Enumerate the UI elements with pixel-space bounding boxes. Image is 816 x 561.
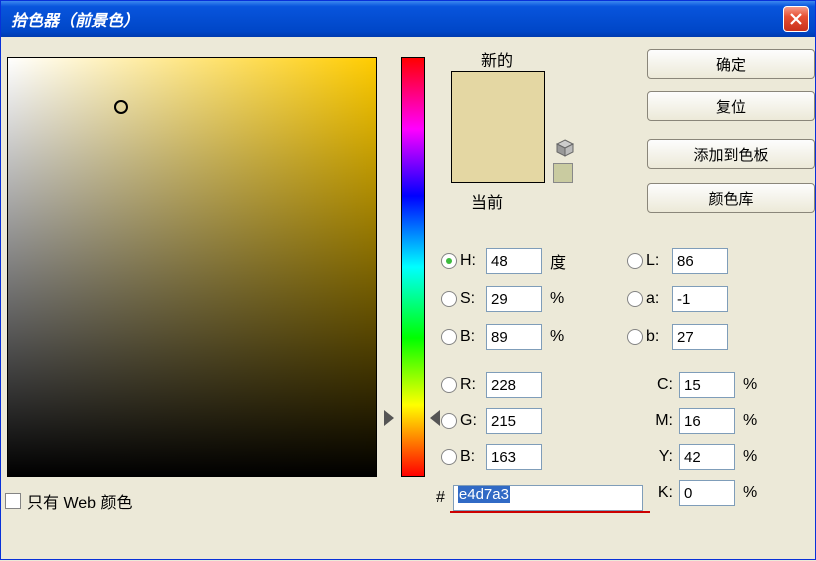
r-label: R: bbox=[460, 376, 486, 394]
s-label: S: bbox=[460, 290, 486, 308]
L-input[interactable] bbox=[672, 248, 728, 274]
pct-unit: % bbox=[550, 290, 564, 308]
web-colors-checkbox[interactable] bbox=[5, 493, 21, 509]
m-label: M: bbox=[649, 412, 673, 430]
y-input[interactable] bbox=[679, 444, 735, 470]
b-lab-row: b: bbox=[627, 323, 728, 351]
g-label: G: bbox=[460, 412, 486, 430]
h-input[interactable] bbox=[486, 248, 542, 274]
a-row: a: bbox=[627, 285, 728, 313]
c-row: C: % bbox=[649, 371, 757, 399]
s-row: S: % bbox=[441, 285, 564, 313]
c-label: C: bbox=[649, 376, 673, 394]
y-row: Y: % bbox=[649, 443, 757, 471]
ok-button[interactable]: 确定 bbox=[647, 49, 815, 79]
r-radio[interactable] bbox=[441, 377, 457, 393]
h-row: H: 度 bbox=[441, 247, 566, 275]
m-input[interactable] bbox=[679, 408, 735, 434]
current-color-label: 当前 bbox=[471, 189, 503, 213]
L-row: L: bbox=[627, 247, 728, 275]
b-rgb-label: B: bbox=[460, 448, 486, 466]
hex-row: # e4d7a3 bbox=[436, 485, 643, 511]
b-rgb-radio[interactable] bbox=[441, 449, 457, 465]
a-input[interactable] bbox=[672, 286, 728, 312]
pct-m: % bbox=[743, 412, 757, 430]
color-preview bbox=[451, 71, 545, 183]
window-title: 拾色器（前景色） bbox=[11, 7, 139, 31]
g-input[interactable] bbox=[486, 408, 542, 434]
y-label: Y: bbox=[649, 448, 673, 466]
color-picker-cursor-icon[interactable] bbox=[114, 100, 128, 114]
web-colors-only-row: 只有 Web 颜色 bbox=[5, 489, 133, 513]
s-radio[interactable] bbox=[441, 291, 457, 307]
a-label: a: bbox=[646, 290, 672, 308]
s-input[interactable] bbox=[486, 286, 542, 312]
k-label: K: bbox=[649, 484, 673, 502]
pct-k: % bbox=[743, 484, 757, 502]
color-libraries-button[interactable]: 颜色库 bbox=[647, 183, 815, 213]
pct-c: % bbox=[743, 376, 757, 394]
current-color-swatch[interactable] bbox=[452, 127, 544, 182]
b-hsb-row: B: % bbox=[441, 323, 564, 351]
color-picker-dialog: 拾色器（前景色） 确定 复位 添加到色板 颜色库 新的 当前 H: bbox=[0, 0, 816, 560]
L-label: L: bbox=[646, 252, 672, 270]
k-row: K: % bbox=[649, 479, 757, 507]
m-row: M: % bbox=[649, 407, 757, 435]
close-icon[interactable] bbox=[783, 6, 809, 32]
hue-handle-right-icon[interactable] bbox=[430, 410, 440, 426]
add-to-swatches-button[interactable]: 添加到色板 bbox=[647, 139, 815, 169]
color-field[interactable] bbox=[7, 57, 377, 477]
pct-unit2: % bbox=[550, 328, 564, 346]
k-input[interactable] bbox=[679, 480, 735, 506]
a-radio[interactable] bbox=[627, 291, 643, 307]
g-radio[interactable] bbox=[441, 413, 457, 429]
new-color-label: 新的 bbox=[481, 47, 513, 71]
hex-label: # bbox=[436, 489, 445, 507]
hue-slider[interactable] bbox=[401, 57, 425, 477]
web-colors-label: 只有 Web 颜色 bbox=[27, 489, 133, 513]
new-color-swatch[interactable] bbox=[452, 72, 544, 127]
nearest-websafe-swatch[interactable] bbox=[553, 163, 573, 183]
g-row: G: bbox=[441, 407, 542, 435]
r-row: R: bbox=[441, 371, 542, 399]
b-lab-radio[interactable] bbox=[627, 329, 643, 345]
hex-value: e4d7a3 bbox=[458, 486, 510, 503]
r-input[interactable] bbox=[486, 372, 542, 398]
L-radio[interactable] bbox=[627, 253, 643, 269]
b-lab-input[interactable] bbox=[672, 324, 728, 350]
hex-input[interactable]: e4d7a3 bbox=[453, 485, 643, 511]
b-rgb-input[interactable] bbox=[486, 444, 542, 470]
reset-button[interactable]: 复位 bbox=[647, 91, 815, 121]
c-input[interactable] bbox=[679, 372, 735, 398]
gamut-warning-cube-icon[interactable] bbox=[556, 139, 574, 157]
h-radio[interactable] bbox=[441, 253, 457, 269]
hue-handle-left-icon[interactable] bbox=[384, 410, 394, 426]
h-label: H: bbox=[460, 252, 486, 270]
b-hsb-input[interactable] bbox=[486, 324, 542, 350]
deg-unit: 度 bbox=[550, 249, 566, 273]
content-area: 确定 复位 添加到色板 颜色库 新的 当前 H: 度 S: bbox=[1, 37, 815, 561]
annotation-underline-icon bbox=[450, 511, 650, 513]
b-hsb-label: B: bbox=[460, 328, 486, 346]
titlebar[interactable]: 拾色器（前景色） bbox=[1, 1, 815, 37]
b-hsb-radio[interactable] bbox=[441, 329, 457, 345]
b-lab-label: b: bbox=[646, 328, 672, 346]
b-rgb-row: B: bbox=[441, 443, 542, 471]
pct-y: % bbox=[743, 448, 757, 466]
